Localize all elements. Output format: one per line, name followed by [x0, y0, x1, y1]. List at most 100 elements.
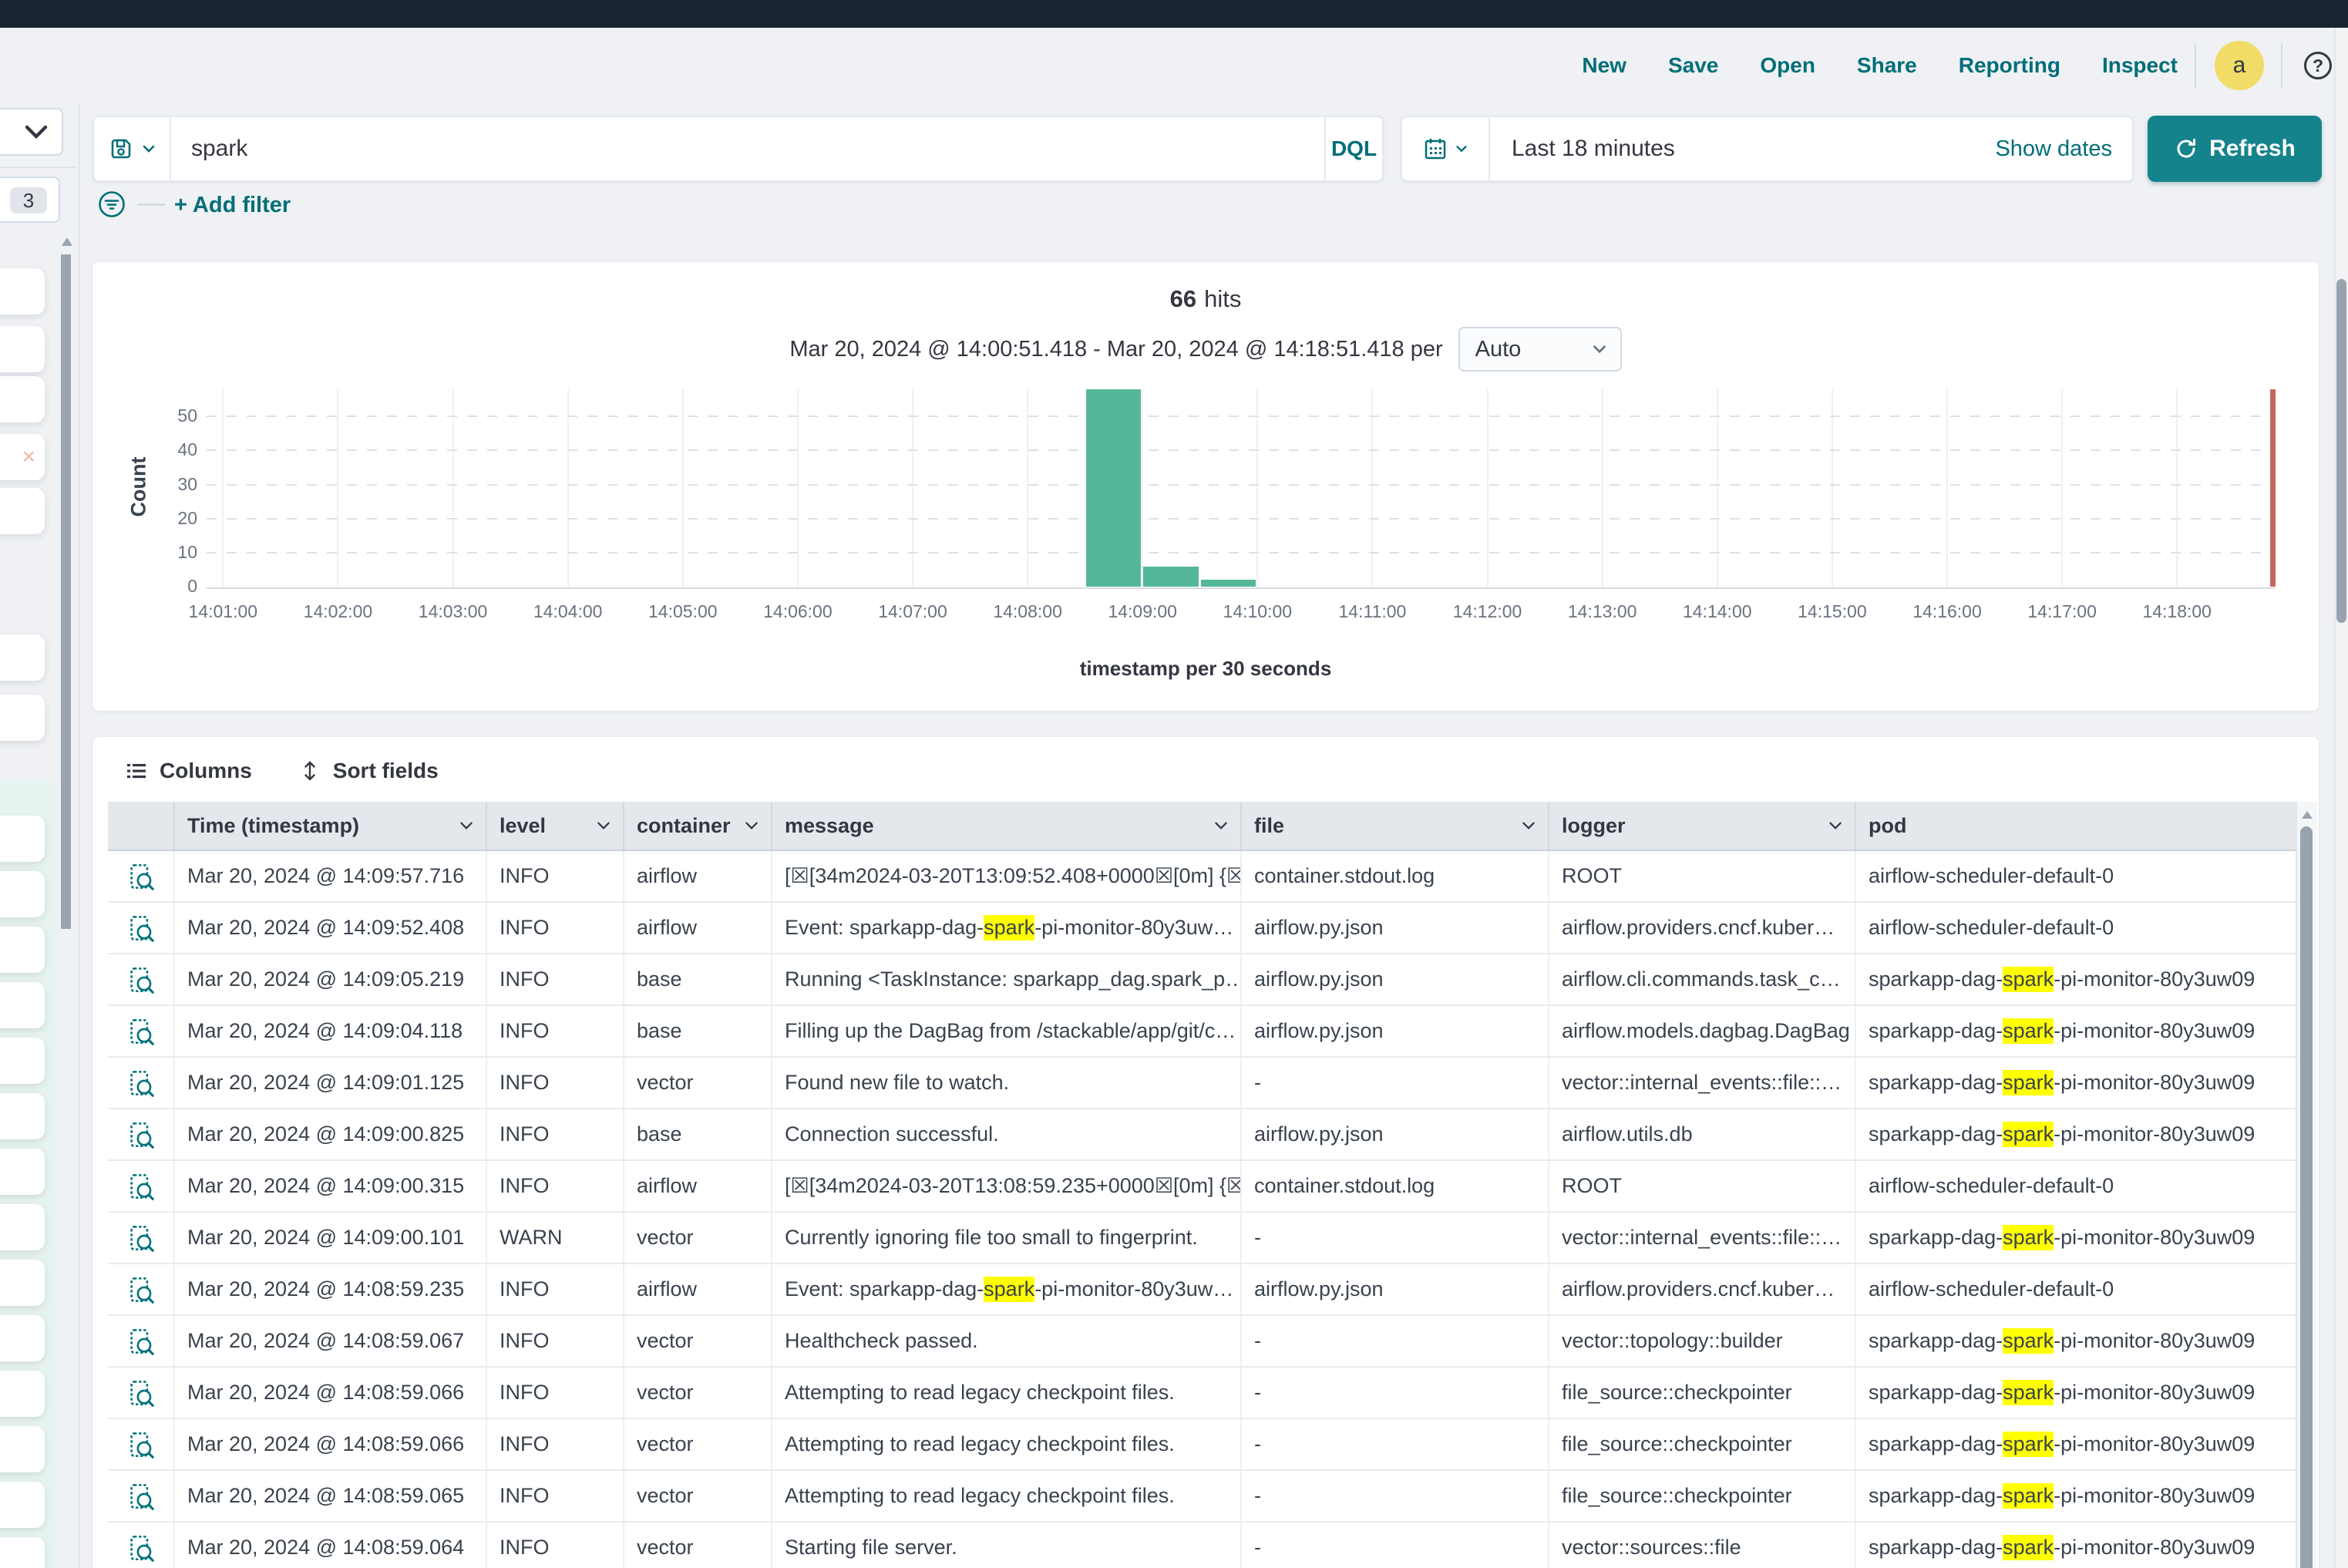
- table-header-pod[interactable]: pod: [1856, 802, 2296, 850]
- add-filter-button[interactable]: + Add filter: [174, 188, 291, 222]
- help-button[interactable]: ?: [2304, 52, 2332, 79]
- sort-fields-button[interactable]: Sort fields: [298, 759, 439, 783]
- inspect-document-icon: [127, 1534, 155, 1562]
- gridline-h: [207, 552, 2276, 554]
- sidebar-field-card[interactable]: [0, 695, 45, 741]
- expand-document-button[interactable]: [108, 1006, 175, 1056]
- cell-file: -: [1242, 1471, 1549, 1521]
- histogram-bar[interactable]: [1086, 389, 1142, 587]
- nav-save-link[interactable]: Save: [1668, 53, 1718, 78]
- expand-document-button[interactable]: [108, 1264, 175, 1314]
- gridline-v: [1946, 389, 1948, 588]
- histogram-bar[interactable]: [1143, 567, 1199, 587]
- sidebar-field-card[interactable]: ×: [0, 434, 45, 480]
- table-scrollbar-thumb[interactable]: [2300, 826, 2313, 1568]
- sidebar-field-card[interactable]: [0, 1093, 45, 1139]
- expand-document-button[interactable]: [108, 1368, 175, 1418]
- sidebar-field-card[interactable]: [0, 1537, 45, 1568]
- page-scrollbar-track[interactable]: [2334, 28, 2348, 1568]
- chevron-down-icon: [21, 116, 52, 147]
- histogram-bar[interactable]: [1201, 580, 1256, 587]
- sidebar-field-card[interactable]: [0, 376, 45, 422]
- histogram-plot[interactable]: [207, 389, 2276, 588]
- cell-message: [☒[34m2024-03-20T13:08:59.235+0000☒[0m] …: [772, 1161, 1242, 1211]
- show-dates-button[interactable]: Show dates: [1995, 117, 2132, 180]
- sidebar-field-card[interactable]: [0, 1371, 45, 1417]
- table-row: Mar 20, 2024 @ 14:09:04.118INFObaseFilli…: [108, 1006, 2296, 1058]
- table-row: Mar 20, 2024 @ 14:08:59.066INFOvectorAtt…: [108, 1419, 2296, 1471]
- columns-button[interactable]: Columns: [125, 759, 252, 783]
- cell-level: INFO: [487, 1264, 624, 1314]
- nav-share-link[interactable]: Share: [1857, 53, 1917, 78]
- table-header-container[interactable]: container: [624, 802, 772, 850]
- table-header-logger[interactable]: logger: [1549, 802, 1856, 850]
- expand-document-button[interactable]: [108, 1109, 175, 1159]
- query-language-button[interactable]: DQL: [1324, 117, 1382, 180]
- cell-pod: airflow-scheduler-default-0: [1856, 903, 2296, 953]
- expand-document-button[interactable]: [108, 903, 175, 953]
- table-row: Mar 20, 2024 @ 14:09:57.716INFOairflow[☒…: [108, 851, 2296, 903]
- calendar-menu-button[interactable]: [1402, 117, 1490, 180]
- highlighted-term: spark: [984, 1277, 1034, 1302]
- divider: [137, 204, 165, 206]
- table-row: Mar 20, 2024 @ 14:08:59.064INFOvectorSta…: [108, 1523, 2296, 1568]
- saved-queries-button[interactable]: [94, 117, 171, 180]
- sidebar-field-card[interactable]: [0, 927, 45, 973]
- refresh-button[interactable]: Refresh: [2148, 116, 2322, 182]
- sidebar-field-card[interactable]: [0, 488, 45, 534]
- cell-file: -: [1242, 1523, 1549, 1568]
- sidebar-field-card[interactable]: [0, 268, 45, 315]
- sidebar-field-card[interactable]: [0, 1204, 45, 1250]
- interval-select[interactable]: Auto: [1458, 327, 1622, 372]
- cell-file: airflow.py.json: [1242, 1006, 1549, 1056]
- sidebar-field-card[interactable]: [0, 871, 45, 917]
- expand-document-button[interactable]: [108, 851, 175, 901]
- cell-file: -: [1242, 1368, 1549, 1418]
- time-range-value[interactable]: Last 18 minutes: [1490, 117, 1995, 180]
- sidebar-scrollbar-thumb[interactable]: [61, 254, 71, 929]
- x-tick-label: 14:13:00: [1549, 601, 1657, 622]
- scroll-up-arrow-icon[interactable]: [2302, 811, 2313, 819]
- scroll-up-arrow-icon[interactable]: [62, 237, 72, 246]
- table-header-level[interactable]: level: [487, 802, 624, 850]
- x-tick-label: 14:14:00: [1663, 601, 1771, 622]
- sidebar-field-card[interactable]: [0, 982, 45, 1028]
- expand-document-button[interactable]: [108, 954, 175, 1004]
- x-tick-label: 14:18:00: [2123, 601, 2231, 622]
- sidebar-field-card[interactable]: [0, 816, 45, 862]
- nav-new-link[interactable]: New: [1582, 53, 1626, 78]
- page-scrollbar-thumb[interactable]: [2336, 279, 2346, 623]
- filter-icon[interactable]: [97, 190, 126, 219]
- sidebar-field-card[interactable]: [0, 634, 45, 681]
- chevron-down-icon: [1827, 817, 1844, 834]
- sidebar-field-card[interactable]: [0, 1426, 45, 1472]
- current-time-marker: [2270, 389, 2276, 587]
- nav-open-link[interactable]: Open: [1760, 53, 1815, 78]
- expand-document-button[interactable]: [108, 1161, 175, 1211]
- sidebar-field-card[interactable]: [0, 1315, 45, 1361]
- expand-document-button[interactable]: [108, 1213, 175, 1263]
- sidebar-field-card[interactable]: [0, 326, 45, 372]
- sidebar-field-card[interactable]: [0, 1482, 45, 1528]
- table-header-message[interactable]: message: [772, 802, 1242, 850]
- nav-reporting-link[interactable]: Reporting: [1959, 53, 2060, 78]
- expand-document-button[interactable]: [108, 1523, 175, 1568]
- sidebar-field-card[interactable]: [0, 1149, 45, 1195]
- expand-document-button[interactable]: [108, 1058, 175, 1108]
- expand-document-button[interactable]: [108, 1316, 175, 1366]
- x-tick-label: 14:03:00: [399, 601, 507, 622]
- table-header-time-timestamp-[interactable]: Time (timestamp): [175, 802, 487, 850]
- search-input[interactable]: spark: [171, 117, 1324, 180]
- expand-document-button[interactable]: [108, 1471, 175, 1521]
- time-range-summary: Mar 20, 2024 @ 14:00:51.418 - Mar 20, 20…: [789, 337, 1442, 362]
- sidebar-field-card[interactable]: [0, 1038, 45, 1084]
- nav-inspect-link[interactable]: Inspect: [2102, 53, 2178, 78]
- sidebar-field-card[interactable]: [0, 1260, 45, 1306]
- remove-field-icon[interactable]: ×: [22, 446, 35, 469]
- expand-document-button[interactable]: [108, 1419, 175, 1469]
- sidebar-collapse-button[interactable]: [0, 108, 63, 156]
- avatar[interactable]: a: [2215, 41, 2264, 90]
- table-header-file[interactable]: file: [1242, 802, 1549, 850]
- cell-logger: ROOT: [1549, 1161, 1856, 1211]
- chevron-down-icon: [141, 141, 156, 156]
